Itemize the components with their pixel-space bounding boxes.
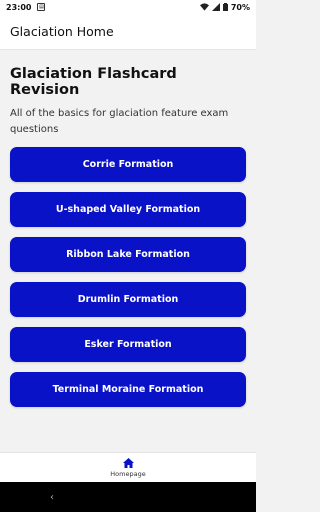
battery-icon <box>222 3 228 11</box>
battery-percent: 70% <box>230 2 250 12</box>
nav-label-homepage: Homepage <box>110 469 146 478</box>
flashcard-button-list: Corrie Formation U-shaped Valley Formati… <box>10 147 246 407</box>
notification-icon: ▤ <box>37 3 46 11</box>
app-bar: Glaciation Home <box>0 14 256 50</box>
wifi-icon <box>199 3 209 11</box>
ribbon-lake-formation-button[interactable]: Ribbon Lake Formation <box>10 237 246 272</box>
status-icons: 70% <box>199 2 250 12</box>
page-subtitle: All of the basics for glaciation feature… <box>10 108 229 135</box>
terminal-moraine-formation-button[interactable]: Terminal Moraine Formation <box>10 372 246 407</box>
nav-item-homepage[interactable]: Homepage <box>110 457 146 478</box>
esker-formation-button[interactable]: Esker Formation <box>10 327 246 362</box>
status-bar: 23:00 ▤ 70% <box>0 0 256 14</box>
home-icon <box>122 457 134 468</box>
main-content: Glaciation Flashcard Revision All of the… <box>0 50 256 452</box>
back-icon[interactable]: ‹ <box>50 492 54 503</box>
system-navigation-bar: ‹ <box>0 482 256 512</box>
drumlin-formation-button[interactable]: Drumlin Formation <box>10 282 246 317</box>
u-shaped-valley-formation-button[interactable]: U-shaped Valley Formation <box>10 192 246 227</box>
signal-icon <box>211 3 220 11</box>
corrie-formation-button[interactable]: Corrie Formation <box>10 147 246 182</box>
bottom-navigation: Homepage <box>0 452 256 482</box>
page-title: Glaciation Flashcard Revision <box>10 66 177 98</box>
app-bar-title: Glaciation Home <box>10 24 114 39</box>
status-time: 23:00 <box>6 2 32 12</box>
